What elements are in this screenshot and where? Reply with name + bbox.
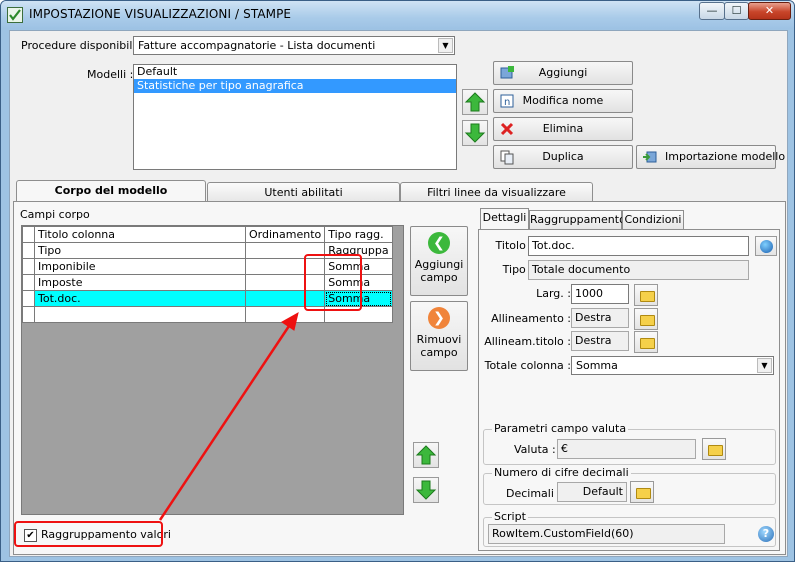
annotation-arrow-head (281, 312, 299, 331)
annotation-arrow (158, 312, 299, 521)
annotation-arrow-line (158, 325, 291, 521)
